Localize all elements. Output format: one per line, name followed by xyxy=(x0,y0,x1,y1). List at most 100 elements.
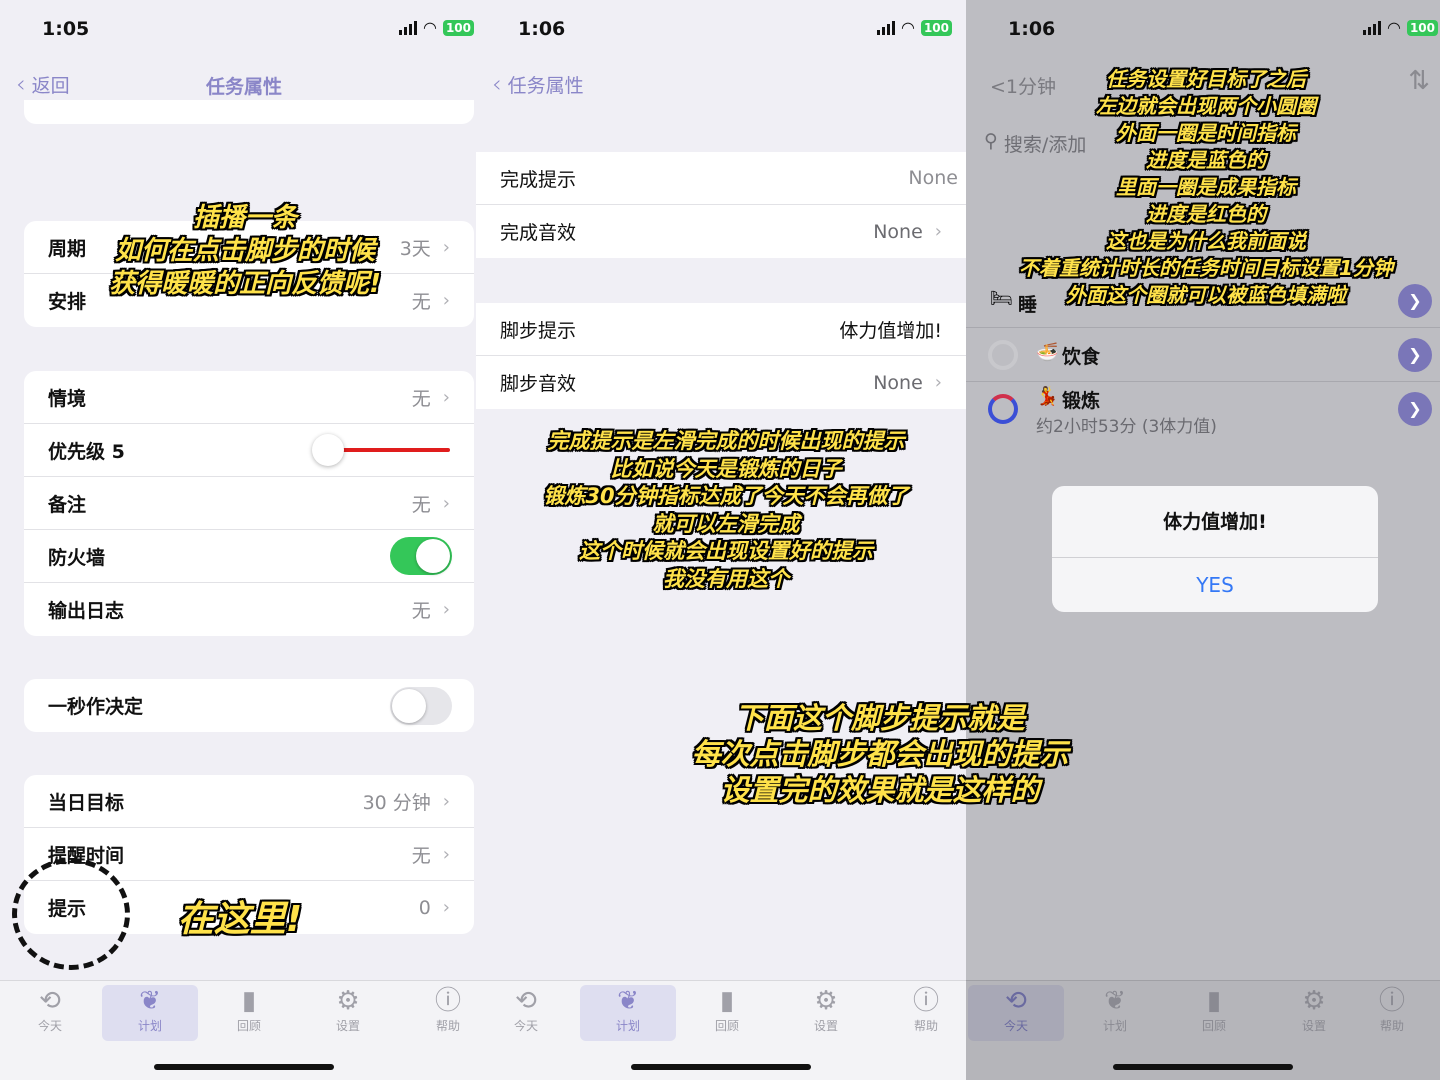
book-icon: ▮ xyxy=(241,986,257,1016)
home-indicator xyxy=(631,1064,811,1070)
nav-bar: ‹ 任务属性 xyxy=(476,58,966,114)
gear-icon: ⚙ xyxy=(336,986,360,1016)
noodle-icon: 🍜 xyxy=(1036,342,1059,363)
chevron-right-icon: › xyxy=(442,843,450,865)
progress-ring xyxy=(988,340,1018,370)
group-properties: 情境无 › 优先级 5 备注无 › 防火墙 输出日志无 › xyxy=(24,371,474,636)
alert-dialog: 体力值增加! YES xyxy=(1052,486,1378,612)
priority-slider[interactable] xyxy=(312,434,450,466)
battery-icon: 100 xyxy=(442,20,474,36)
book-icon: ▮ xyxy=(1206,986,1222,1016)
chevron-left-icon: ‹ xyxy=(492,70,502,98)
gear-icon: ⚙ xyxy=(814,986,838,1016)
list-item-diet[interactable]: 🍜 饮食 ❯ xyxy=(966,328,1440,382)
row-quick-decide: 一秒作决定 xyxy=(24,679,474,732)
wifi-icon: ◠ xyxy=(900,18,915,37)
footstep-button[interactable]: ❯ xyxy=(1398,338,1432,372)
row-complete-sound[interactable]: 完成音效 None › xyxy=(476,205,966,258)
group-top-partial xyxy=(24,100,474,124)
home-indicator xyxy=(1113,1064,1293,1070)
chevron-right-icon: › xyxy=(934,372,942,393)
tab-review[interactable]: ▮ 回顾 xyxy=(201,985,297,1041)
footprint-icon: ❯ xyxy=(1408,345,1422,364)
panel-task-properties-2: 1:06 ◠ 100 ‹ 任务属性 完成提示 None 完成音效 None › 脚步提示… xyxy=(476,0,966,1080)
tab-review[interactable]: ▮ 回顾 xyxy=(679,985,775,1041)
chevron-right-icon: › xyxy=(442,386,450,408)
tab-plan[interactable]: ❦ 计划 xyxy=(580,985,676,1041)
row-note[interactable]: 备注无 › xyxy=(24,477,474,530)
tab-plan[interactable]: ❦ 计划 xyxy=(1067,985,1163,1041)
clock: 1:06 xyxy=(518,18,566,40)
row-footstep-hint[interactable]: 脚步提示 体力值增加! xyxy=(476,303,966,356)
footprint-icon: ⟲ xyxy=(1005,986,1027,1016)
clock: 1:06 xyxy=(1008,18,1056,40)
quick-decide-toggle[interactable] xyxy=(390,686,452,725)
tab-today[interactable]: ⟲ 今天 xyxy=(478,985,574,1041)
footprint-icon: ❯ xyxy=(1408,399,1422,418)
tab-bar: ⟲ 今天 ❦ 计划 ▮ 回顾 ⚙ 设置 ⓘ 帮助 xyxy=(476,980,966,1080)
row-priority: 优先级 5 xyxy=(24,424,474,477)
clock: 1:05 xyxy=(42,18,90,40)
tab-today[interactable]: ⟲ 今天 xyxy=(968,985,1064,1041)
back-button[interactable]: ‹ 任务属性 xyxy=(492,70,584,98)
row-log[interactable]: 输出日志无 › xyxy=(24,583,474,636)
panel-today-view: 1:06 ◠ 100 <1分钟 ⇅ ⚲ 搜索/添加 🛏 睡 ❯ 🍜 饮食 ❯ 💃 … xyxy=(966,0,1440,1080)
firewall-toggle[interactable] xyxy=(390,537,452,575)
sprout-icon: ❦ xyxy=(139,986,161,1016)
tab-bar: ⟲ 今天 ❦ 计划 ▮ 回顾 ⚙ 设置 ⓘ 帮助 xyxy=(0,980,488,1080)
signal-icon xyxy=(398,21,417,35)
tab-review[interactable]: ▮ 回顾 xyxy=(1166,985,1262,1041)
footprint-icon: ⟲ xyxy=(515,986,537,1016)
row-scene[interactable]: 情境无 › xyxy=(24,371,474,424)
signal-icon xyxy=(876,21,895,35)
panel-task-properties-1: 1:05 ◠ 100 ‹ 返回 任务属性 周期 3天 › 安排无 › 情境无 › 优先级 … xyxy=(0,0,488,1080)
chevron-right-icon: › xyxy=(442,236,450,258)
chevron-right-icon: › xyxy=(442,290,450,311)
status-bar: 1:05 ◠ 100 xyxy=(0,0,488,58)
alert-title: 体力值增加! xyxy=(1052,486,1378,558)
status-bar: 1:06 ◠ 100 xyxy=(476,0,966,58)
caption-rings-explain: 任务设置好目标了之后 左边就会出现两个小圆圈 外面一圈是时间指标 进度是蓝色的 … xyxy=(1019,67,1393,307)
dance-icon: 💃 xyxy=(1036,386,1059,407)
tab-help[interactable]: ⓘ 帮助 xyxy=(400,985,488,1041)
chevron-right-icon: › xyxy=(442,790,450,812)
status-bar: 1:06 ◠ 100 xyxy=(966,0,1440,58)
signal-icon xyxy=(1362,21,1381,35)
caption-complete-explain: 完成提示是左滑完成的时候出现的提示 比如说今天是锻炼的日子 锻炼30分钟指标达成… xyxy=(543,429,909,591)
tab-bar: ⟲ 今天 ❦ 计划 ▮ 回顾 ⚙ 设置 ⓘ 帮助 xyxy=(966,980,1440,1080)
tab-settings[interactable]: ⚙ 设置 xyxy=(778,985,874,1041)
chevron-right-icon: › xyxy=(442,897,450,918)
help-icon: ⓘ xyxy=(1378,986,1405,1016)
battery-icon: 100 xyxy=(1406,20,1438,36)
group-quick: 一秒作决定 xyxy=(24,679,474,732)
tab-settings[interactable]: ⚙ 设置 xyxy=(300,985,396,1041)
chevron-right-icon: › xyxy=(442,599,450,620)
group-complete: 完成提示 None 完成音效 None › xyxy=(476,152,966,258)
list-item-exercise[interactable]: 💃 锻炼 约2小时53分 (3体力值) ❯ xyxy=(966,382,1440,437)
home-indicator xyxy=(154,1064,334,1070)
group-footstep: 脚步提示 体力值增加! 脚步音效 None › xyxy=(476,303,966,409)
sprout-icon: ❦ xyxy=(617,986,639,1016)
highlight-circle xyxy=(12,858,130,970)
sprout-icon: ❦ xyxy=(1104,986,1126,1016)
row-footstep-sound[interactable]: 脚步音效 None › xyxy=(476,356,966,409)
alert-yes-button[interactable]: YES xyxy=(1052,558,1378,612)
row-daily-goal[interactable]: 当日目标 30 分钟 › xyxy=(24,775,474,828)
row-complete-hint[interactable]: 完成提示 None xyxy=(476,152,966,205)
tab-help[interactable]: ⓘ 帮助 xyxy=(1344,985,1440,1041)
tab-plan[interactable]: ❦ 计划 xyxy=(102,985,198,1041)
wifi-icon: ◠ xyxy=(422,18,437,37)
footstep-button[interactable]: ❯ xyxy=(1398,392,1432,426)
tab-today[interactable]: ⟲ 今天 xyxy=(2,985,98,1041)
slider-thumb[interactable] xyxy=(312,434,344,466)
page-title: 任务属性 xyxy=(205,76,282,98)
book-icon: ▮ xyxy=(719,986,735,1016)
tab-help[interactable]: ⓘ 帮助 xyxy=(878,985,966,1041)
footprint-icon: ⟲ xyxy=(39,986,61,1016)
wifi-icon: ◠ xyxy=(1386,18,1401,37)
battery-icon: 100 xyxy=(920,20,952,36)
row-firewall: 防火墙 xyxy=(24,530,474,583)
chevron-right-icon: › xyxy=(442,492,450,514)
help-icon: ⓘ xyxy=(434,986,461,1016)
caption-footstep-explain: 下面这个脚步提示就是 每次点击脚步都会出现的提示 设置完的效果就是这样的 xyxy=(691,701,1069,807)
